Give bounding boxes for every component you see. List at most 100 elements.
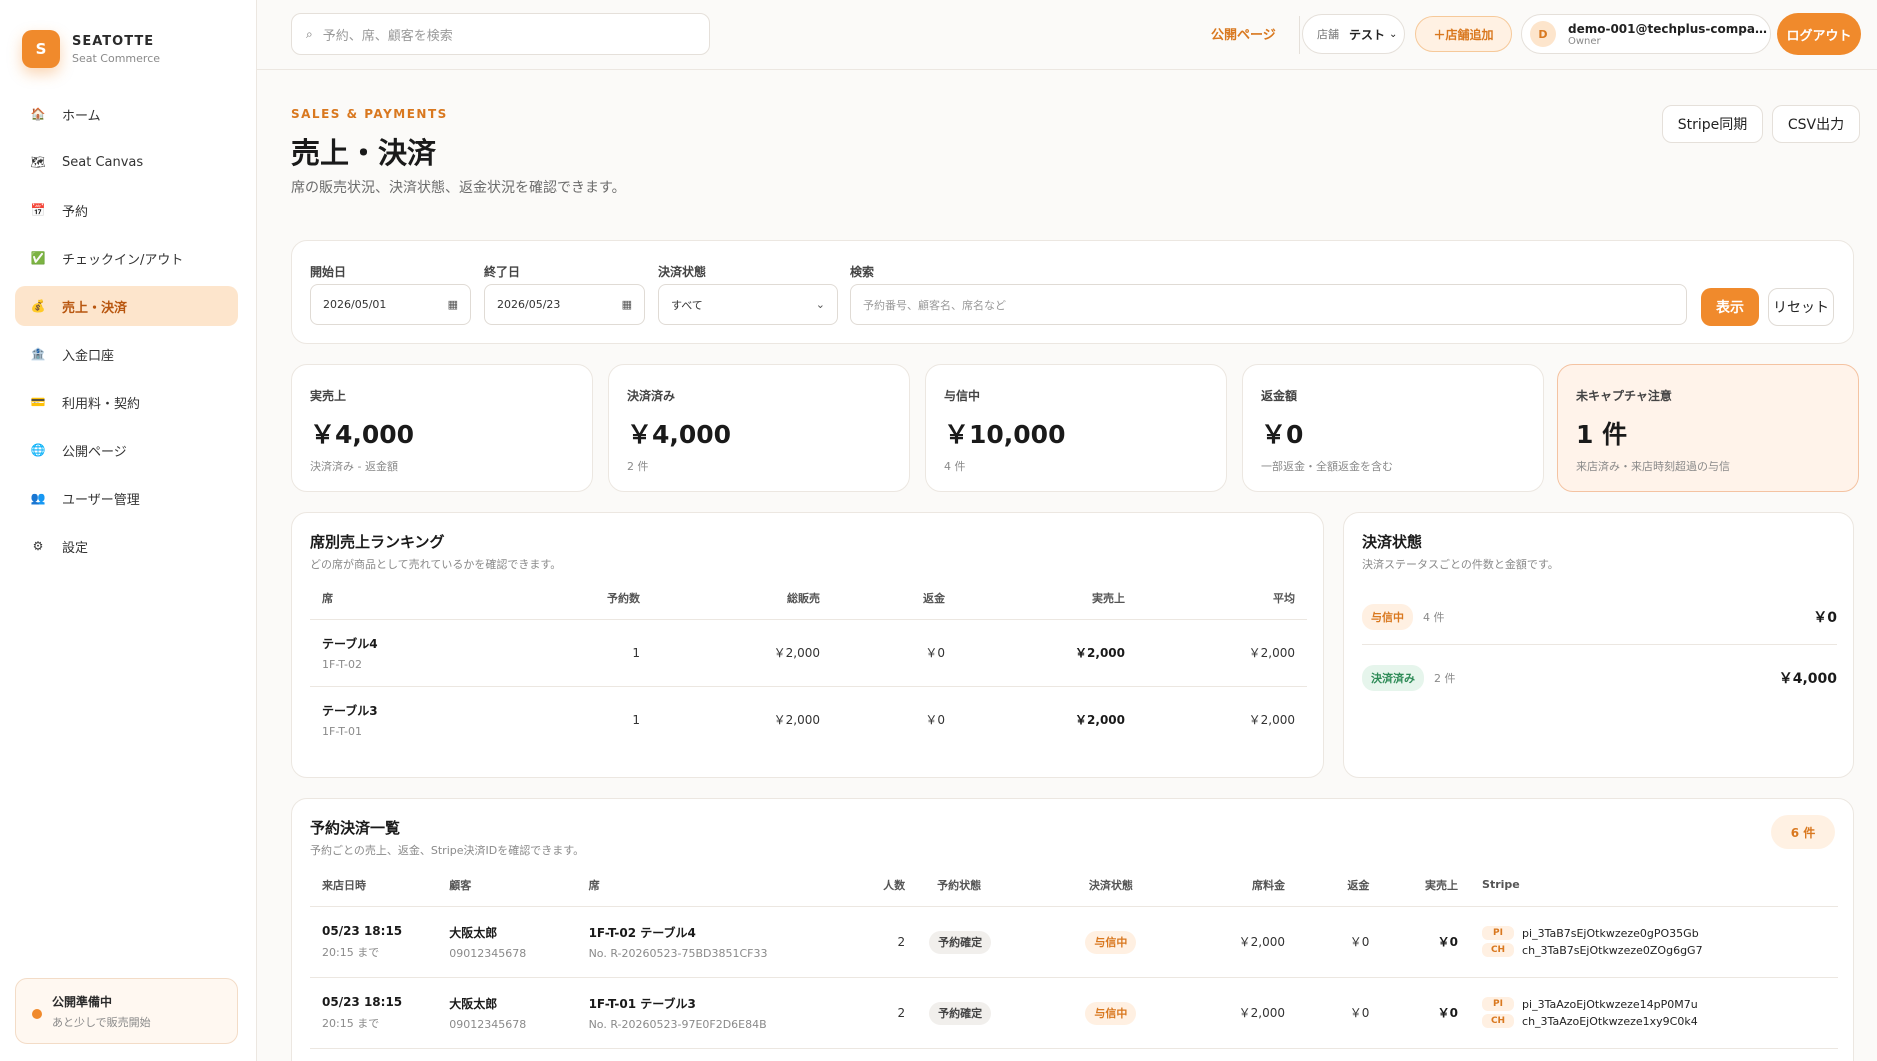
charge-id[interactable]: ch_3TaB7sEjOtkwzeze0ZOg6gG7	[1522, 944, 1703, 957]
chevron-down-icon: ⌄	[815, 298, 825, 311]
filter-search-input[interactable]: 予約番号、顧客名、席名など	[850, 284, 1687, 325]
store-label: 店舗	[1317, 28, 1339, 41]
party-size: 2	[862, 906, 906, 978]
column-header: 返金	[820, 577, 945, 620]
sidebar-item-public-page[interactable]: 🌐 公開ページ	[15, 430, 238, 470]
payment-status-value: すべて	[671, 298, 703, 312]
money-bag-icon: 💰	[30, 299, 46, 313]
user-menu[interactable]: D demo-001@techplus-compan... Owner	[1521, 14, 1771, 54]
net-sales: ￥2,000	[945, 619, 1125, 687]
payment-intent-id[interactable]: pi_3TaB7sEjOtkwzeze0gPO35Gb	[1522, 927, 1699, 940]
reservation-count: 1	[480, 619, 640, 687]
main-content: SALES & PAYMENTS 売上・決済 席の販売状況、決済状態、返金状況を…	[257, 70, 1877, 1061]
payment-status-label: 決済状態	[658, 265, 707, 279]
seat-fee: ￥2,000	[1168, 906, 1285, 978]
global-search-input[interactable]: ⌕ 予約、席、顧客を検索	[291, 13, 710, 55]
store-value: テスト	[1349, 27, 1386, 42]
sidebar-item-home[interactable]: 🏠 ホーム	[15, 94, 238, 134]
stat-sub: 一部返金・全額返金を含む	[1261, 460, 1393, 473]
section-title: 予約決済一覧	[310, 819, 401, 837]
check-icon: ✅	[30, 251, 46, 265]
sidebar-item-label: 入金口座	[62, 348, 115, 364]
users-icon: 👥	[30, 491, 46, 505]
reservation-count: 1	[632, 712, 640, 727]
credit-card-icon: 💳	[30, 395, 46, 409]
csv-export-button[interactable]: CSV出力	[1772, 105, 1860, 143]
reset-button[interactable]: リセット	[1768, 288, 1834, 326]
payment-intent-id[interactable]: pi_3TaAzoEjOtkwzeze14pP0M7u	[1522, 998, 1698, 1011]
stat-sub: 決済済み - 返金額	[310, 460, 398, 473]
sidebar-item-sales[interactable]: 💰 売上・決済	[15, 286, 238, 326]
status-row-authorized[interactable]: 与信中 4 件 ￥0	[1362, 589, 1837, 645]
table-row[interactable]: 05/23 18:15 20:15 まで 大阪太郎 09012345678 1F-T…	[310, 906, 1838, 978]
section-title: 席別売上ランキング	[310, 533, 445, 551]
column-header: 実売上	[1369, 864, 1459, 907]
sidebar-item-label: 利用料・契約	[62, 396, 141, 412]
column-header: 総販売	[640, 577, 820, 620]
stat-value: ￥0	[1261, 420, 1304, 449]
sidebar-item-label: ホーム	[62, 108, 101, 124]
sidebar-item-checkin[interactable]: ✅ チェックイン/アウト	[15, 238, 238, 278]
table-row[interactable]: テーブル3 1F-T-01 1 ￥2,000 ￥0 ￥2,000 ￥2,000	[310, 686, 1307, 753]
column-header: Stripe	[1458, 864, 1838, 907]
sidebar-item-seat-canvas[interactable]: 🗺 Seat Canvas	[15, 142, 238, 182]
chevron-down-icon: ⌄	[1389, 28, 1398, 40]
divider	[1299, 16, 1300, 54]
sidebar-item-label: Seat Canvas	[62, 154, 144, 170]
reservation-status-badge: 予約確定	[929, 1001, 992, 1025]
seat-name: テーブル4	[322, 636, 378, 651]
end-date-input[interactable]: 2026/05/23 ▦	[484, 284, 645, 325]
column-header: 席	[588, 864, 863, 907]
status-row-paid[interactable]: 決済済み 2 件 ￥4,000	[1362, 653, 1837, 703]
logout-button[interactable]: ログアウト	[1777, 13, 1861, 55]
gear-icon: ⚙	[32, 539, 44, 553]
column-header: 予約数	[480, 577, 640, 620]
calendar-icon: ▦	[447, 298, 458, 311]
store-selector[interactable]: 店舗 テスト ⌄	[1302, 14, 1405, 54]
stripe-sync-button[interactable]: Stripe同期	[1662, 105, 1763, 143]
column-header: 顧客	[449, 864, 589, 907]
show-button[interactable]: 表示	[1701, 288, 1759, 326]
refund-amount: ￥0	[1284, 977, 1370, 1049]
net-sales: ￥0	[1369, 977, 1459, 1049]
column-header: 決済状態	[1052, 864, 1169, 907]
net-sales: ￥0	[1369, 906, 1459, 978]
sidebar-item-label: 公開ページ	[62, 444, 127, 460]
sidebar-item-bank-account[interactable]: 🏦 入金口座	[15, 334, 238, 374]
payment-status-select[interactable]: すべて ⌄	[658, 284, 838, 325]
stat-card-refunds: 返金額 ￥0 一部返金・全額返金を含む	[1242, 364, 1544, 492]
seat-code: 1F-T-01	[322, 724, 362, 738]
stat-label: 与信中	[944, 389, 981, 403]
brand[interactable]: S SEATOTTE Seat Commerce	[22, 30, 160, 68]
table-row[interactable]: 05/23 18:15 20:15 まで 大阪太郎 09012345678 1F-T…	[310, 977, 1838, 1049]
page-description: 席の販売状況、決済状態、返金状況を確認できます。	[291, 180, 626, 196]
page-eyebrow: SALES & PAYMENTS	[291, 107, 448, 121]
avatar: D	[1530, 21, 1556, 47]
ranking-table: 席 予約数 総販売 返金 実売上 平均 テーブル4 1F-T-02 1 ￥2,00…	[310, 577, 1307, 753]
start-date-input[interactable]: 2026/05/01 ▦	[310, 284, 471, 325]
end-date-value: 2026/05/23	[497, 298, 561, 311]
visit-until: 20:15 まで	[322, 1016, 380, 1030]
add-store-button[interactable]: ＋店舗追加	[1415, 16, 1512, 52]
sidebar-item-users[interactable]: 👥 ユーザー管理	[15, 478, 238, 518]
refund-amount: ￥0	[925, 713, 945, 728]
sidebar-item-reservations[interactable]: 📅 予約	[15, 190, 238, 230]
search-icon: ⌕	[306, 26, 313, 41]
stat-sub: 2 件	[627, 460, 649, 473]
gross-sales: ￥2,000	[640, 619, 820, 687]
status-badge: 与信中	[1362, 603, 1413, 630]
table-row[interactable]: テーブル4 1F-T-02 1 ￥2,000 ￥0 ￥2,000 ￥2,000	[310, 619, 1307, 687]
visit-datetime: 05/23 18:15	[322, 994, 403, 1009]
sidebar-item-settings[interactable]: ⚙ 設定	[15, 526, 238, 566]
public-page-link[interactable]: 公開ページ	[1211, 24, 1276, 43]
publish-status-card[interactable]: 公開準備中 あと少しで販売開始	[15, 978, 238, 1044]
column-header: 席	[310, 577, 480, 620]
ch-tag: CH	[1482, 943, 1515, 957]
refund-amount: ￥0	[820, 619, 945, 687]
status-dot-icon	[32, 1009, 42, 1019]
charge-id[interactable]: ch_3TaAzoEjOtkwzeze1xy9C0k4	[1522, 1015, 1698, 1028]
page-title: 売上・決済	[291, 136, 437, 170]
pi-tag: PI	[1482, 926, 1515, 940]
filter-search-placeholder: 予約番号、顧客名、席名など	[863, 298, 1006, 312]
sidebar-item-billing[interactable]: 💳 利用料・契約	[15, 382, 238, 422]
